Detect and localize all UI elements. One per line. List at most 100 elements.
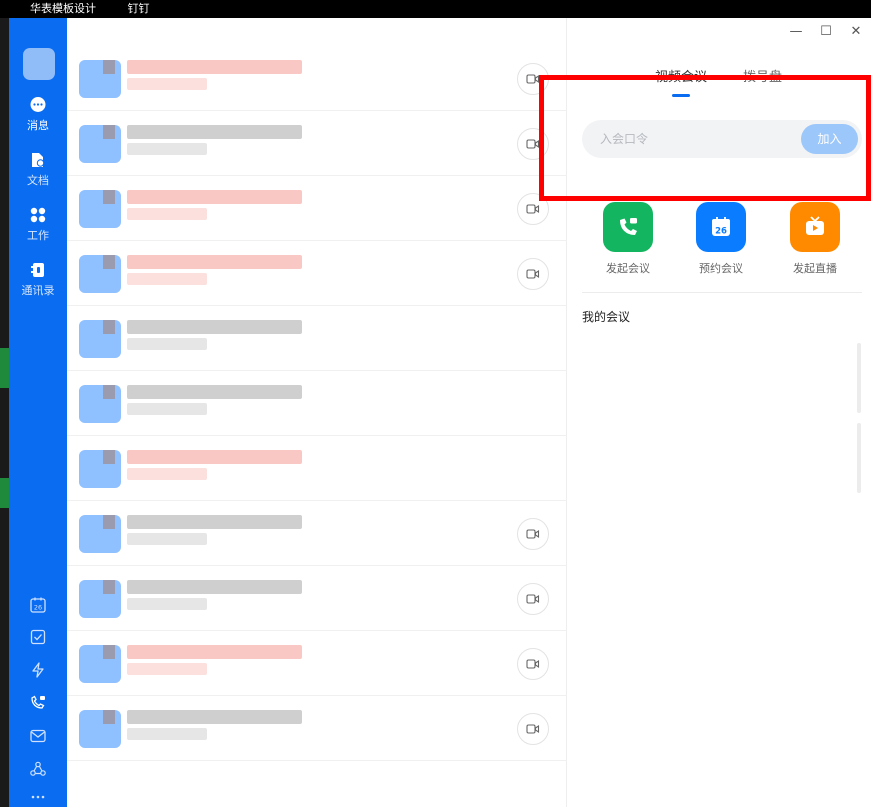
start-meeting-button[interactable]: 发起会议 [593, 202, 663, 276]
list-item[interactable] [67, 371, 567, 436]
calendar-button[interactable]: 26 [9, 596, 67, 614]
nav-item-label: 文档 [27, 174, 49, 187]
schedule-day-text: 26 [715, 227, 727, 237]
conversation-title-blurred [127, 580, 302, 594]
meeting-tabs: 视频会议 拨号盘 [567, 64, 871, 94]
desktop-edge-segment [0, 348, 9, 388]
mail-button[interactable] [9, 727, 67, 745]
close-button[interactable]: ✕ [849, 24, 863, 39]
avatar [79, 450, 121, 488]
schedule-meeting-tile: 26 [696, 202, 746, 252]
conversation-preview-blurred [127, 338, 207, 350]
document-icon [32, 153, 45, 167]
nav-item-contacts[interactable]: 通讯录 [9, 261, 67, 298]
taskbar: 华表模板设计 钉钉 [0, 0, 871, 18]
flash-icon [32, 662, 44, 678]
tab-active-indicator [672, 94, 690, 97]
contacts-icon [31, 263, 44, 277]
conversation-list [67, 18, 567, 807]
nav-rail: 消息 文档 工作 通讯录 26 [9, 18, 67, 807]
avatar [79, 580, 121, 618]
todo-check-icon [30, 629, 46, 645]
phone-video-icon [620, 218, 637, 235]
live-tv-icon [806, 216, 824, 235]
more-icon [31, 795, 45, 799]
list-item[interactable] [67, 566, 567, 631]
scrollbar[interactable] [857, 423, 861, 493]
start-live-label: 发起直播 [793, 262, 837, 275]
join-meeting-box: 加入 [582, 120, 862, 158]
video-camera-icon [526, 139, 540, 149]
conversation-preview-blurred [127, 403, 207, 415]
schedule-meeting-label: 预约会议 [699, 262, 743, 275]
nav-item-messages[interactable]: 消息 [9, 96, 67, 133]
scrollbar[interactable] [857, 343, 861, 413]
work-grid-icon [30, 207, 46, 223]
calendar-day-text: 26 [34, 604, 42, 612]
conversation-title-blurred [127, 645, 302, 659]
avatar [79, 320, 121, 358]
conversation-preview-blurred [127, 208, 207, 220]
video-call-button[interactable] [517, 128, 549, 160]
video-call-button[interactable] [517, 258, 549, 290]
video-call-button[interactable] [517, 583, 549, 615]
phone-video-icon [31, 695, 45, 709]
nav-item-work[interactable]: 工作 [9, 206, 67, 243]
list-item[interactable] [67, 176, 567, 241]
video-camera-icon [526, 659, 540, 669]
todo-button[interactable] [9, 628, 67, 646]
avatar [79, 255, 121, 293]
video-camera-icon [526, 724, 540, 734]
avatar [79, 60, 121, 98]
taskbar-item[interactable]: 钉钉 [128, 2, 150, 15]
list-item[interactable] [67, 306, 567, 371]
video-call-button[interactable] [517, 63, 549, 95]
conversation-title-blurred [127, 125, 302, 139]
avatar[interactable] [23, 48, 55, 80]
desktop-edge [0, 18, 9, 807]
avatar [79, 515, 121, 553]
taskbar-item[interactable]: 华表模板设计 [30, 2, 96, 15]
schedule-meeting-button[interactable]: 26 预约会议 [686, 202, 756, 276]
list-item[interactable] [67, 46, 567, 111]
meeting-button[interactable] [9, 694, 67, 712]
maximize-button[interactable]: ☐ [819, 24, 833, 39]
conversation-title-blurred [127, 60, 302, 74]
more-button[interactable] [9, 788, 67, 806]
video-call-button[interactable] [517, 518, 549, 550]
message-icon [30, 97, 46, 112]
list-item[interactable] [67, 696, 567, 761]
video-call-button[interactable] [517, 713, 549, 745]
mail-icon [30, 729, 46, 743]
meeting-code-input[interactable] [600, 130, 780, 148]
window-controls: — ☐ ✕ [789, 24, 863, 39]
conversation-title-blurred [127, 515, 302, 529]
conversation-preview-blurred [127, 533, 207, 545]
list-item[interactable] [67, 111, 567, 176]
avatar [79, 385, 121, 423]
cloud-button[interactable] [9, 760, 67, 778]
meeting-panel: — ☐ ✕ 视频会议 拨号盘 加入 发起会议 [567, 18, 871, 807]
minimize-button[interactable]: — [789, 24, 803, 39]
desktop-edge-segment [0, 478, 9, 508]
nav-item-docs[interactable]: 文档 [9, 151, 67, 188]
tab-dialpad[interactable]: 拨号盘 [743, 66, 782, 85]
list-item[interactable] [67, 631, 567, 696]
join-button[interactable]: 加入 [801, 124, 858, 154]
conversation-title-blurred [127, 450, 302, 464]
conversation-title-blurred [127, 255, 302, 269]
list-item[interactable] [67, 436, 567, 501]
avatar [79, 125, 121, 163]
tab-video-meeting[interactable]: 视频会议 [655, 66, 707, 85]
conversation-preview-blurred [127, 728, 207, 740]
avatar [79, 710, 121, 748]
start-live-button[interactable]: 发起直播 [780, 202, 850, 276]
list-item[interactable] [67, 241, 567, 306]
video-call-button[interactable] [517, 193, 549, 225]
flash-button[interactable] [9, 661, 67, 679]
list-item[interactable] [67, 501, 567, 566]
video-call-button[interactable] [517, 648, 549, 680]
nav-item-label: 工作 [27, 229, 49, 242]
conversation-preview-blurred [127, 143, 207, 155]
start-meeting-label: 发起会议 [606, 262, 650, 275]
